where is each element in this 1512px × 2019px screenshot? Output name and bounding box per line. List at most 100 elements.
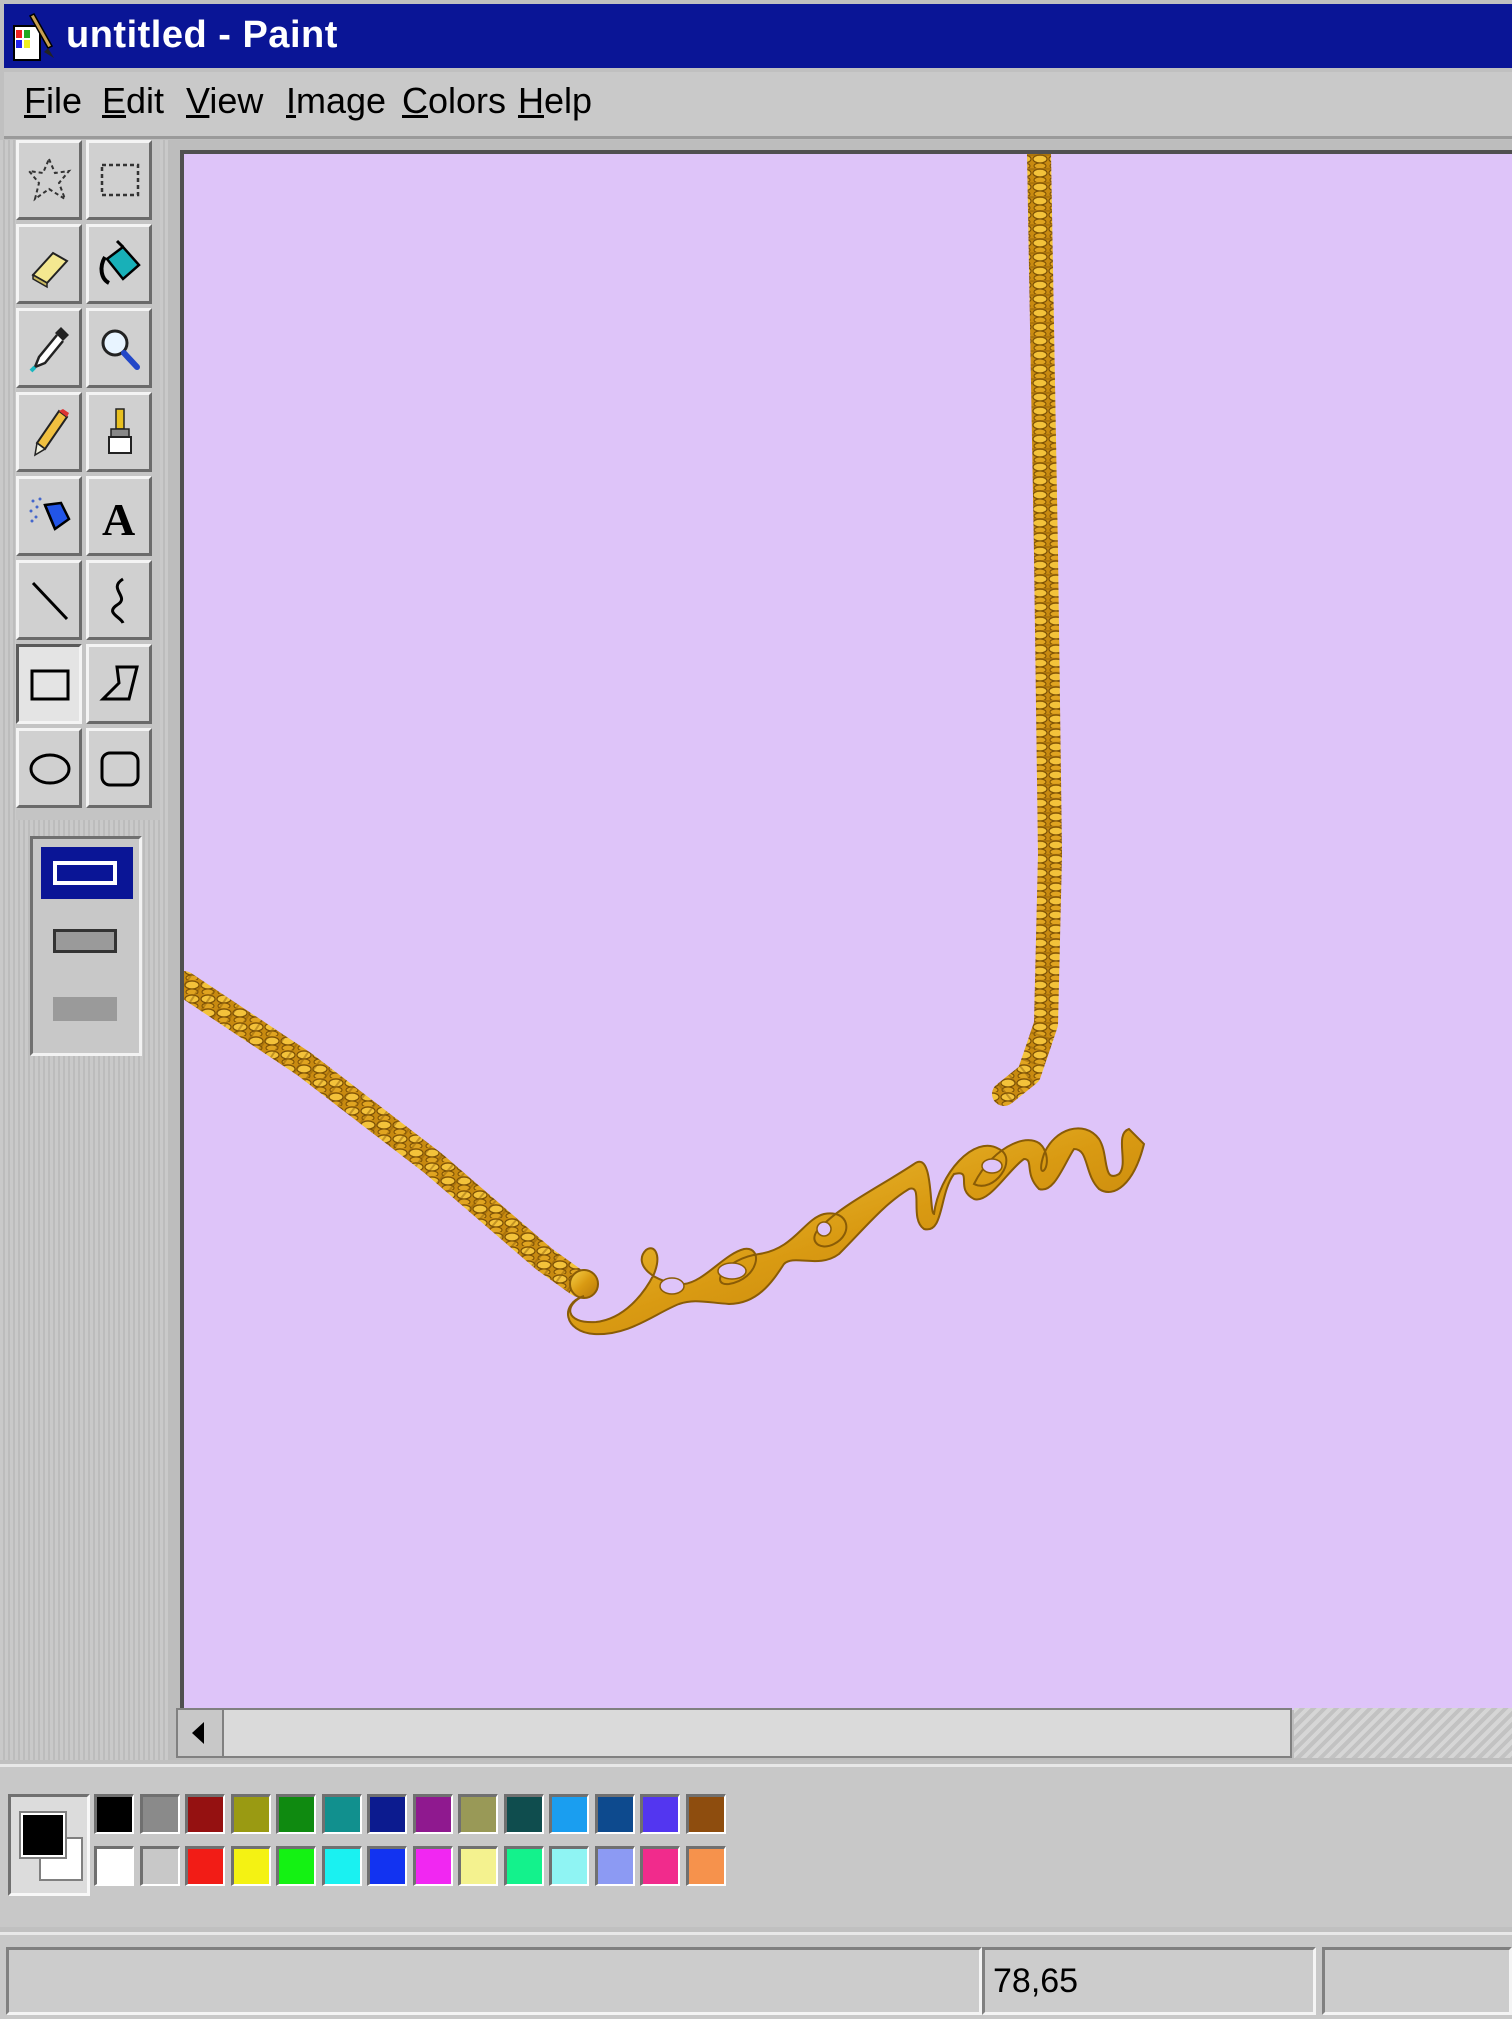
tool-polygon[interactable] [86, 644, 152, 724]
palette-swatch[interactable] [230, 1794, 271, 1834]
tool-free-form-select[interactable] [16, 140, 82, 220]
tool-fill[interactable] [86, 224, 152, 304]
rounded-rectangle-icon [100, 751, 140, 787]
title-bar[interactable]: untitled - Paint [4, 4, 1512, 68]
palette-swatch[interactable] [458, 1794, 498, 1834]
palette-swatch[interactable] [412, 1794, 453, 1834]
status-coordinates: 78,65 [982, 1947, 1316, 2015]
magnifier-icon [101, 329, 140, 370]
pencil-icon [33, 409, 69, 457]
fill-bucket-icon [99, 239, 141, 285]
palette-swatch[interactable] [685, 1846, 726, 1886]
menu-colors[interactable]: Colors [402, 80, 506, 122]
palette-swatch[interactable] [640, 1794, 680, 1834]
brush-icon [108, 408, 132, 454]
fill-only-swatch [53, 997, 117, 1021]
rectangle-select-icon [100, 163, 140, 197]
menu-view-mnemonic: V [186, 80, 210, 121]
menu-help[interactable]: Help [518, 80, 592, 122]
palette-swatch[interactable] [549, 1794, 589, 1834]
window-title: untitled - Paint [66, 14, 338, 56]
arrow-left-icon [192, 1722, 204, 1744]
status-bar: 78,65 [0, 1932, 1512, 2019]
color-box [0, 1764, 1512, 1927]
palette-swatch[interactable] [321, 1794, 362, 1834]
status-size [1322, 1947, 1512, 2015]
fill-option-outline-fill[interactable] [41, 915, 133, 967]
palette-swatch[interactable] [94, 1794, 134, 1834]
tool-ellipse[interactable] [16, 728, 82, 808]
palette-swatch[interactable] [230, 1846, 271, 1886]
ellipse-icon [29, 753, 71, 785]
menu-edit-mnemonic: E [102, 80, 127, 121]
menu-view[interactable]: View [186, 80, 263, 122]
palette-swatch[interactable] [503, 1846, 544, 1886]
scroll-left-button[interactable] [178, 1710, 224, 1756]
tool-brush[interactable] [86, 392, 152, 472]
palette-swatch[interactable] [321, 1846, 362, 1886]
cursor-coordinates: 78,65 [993, 1962, 1079, 2000]
outline-fill-swatch [53, 929, 117, 953]
palette-swatch[interactable] [94, 1846, 134, 1886]
line-icon [31, 581, 69, 621]
eyedropper-icon [29, 327, 69, 373]
status-message [6, 1947, 982, 2015]
horizontal-scrollbar[interactable] [176, 1708, 1292, 1758]
foreground-color-swatch[interactable] [19, 1811, 67, 1859]
paint-window: untitled - Paint File Edit View Image Co… [0, 0, 1512, 2019]
palette-swatch[interactable] [640, 1846, 680, 1886]
menu-edit[interactable]: Edit [102, 80, 164, 122]
palette-swatch[interactable] [276, 1846, 316, 1886]
polygon-icon [99, 665, 139, 701]
tool-rectangle[interactable] [16, 644, 82, 724]
palette-swatch[interactable] [503, 1794, 544, 1834]
fill-option-outline[interactable] [41, 847, 133, 899]
text-icon: A [102, 494, 135, 543]
airbrush-icon [29, 497, 71, 531]
palette-swatch[interactable] [139, 1846, 180, 1886]
paint-app-icon[interactable] [8, 10, 58, 64]
tool-airbrush[interactable] [16, 476, 82, 556]
palette-swatch[interactable] [594, 1794, 635, 1834]
palette-swatch[interactable] [685, 1794, 726, 1834]
outline-swatch [53, 861, 117, 885]
rectangle-icon [30, 669, 70, 701]
menu-image-mnemonic: I [286, 80, 297, 121]
tool-rectangle-select[interactable] [86, 140, 152, 220]
menu-colors-mnemonic: C [402, 80, 428, 121]
tool-curve[interactable] [86, 560, 152, 640]
palette-swatch[interactable] [185, 1846, 225, 1886]
palette-swatch[interactable] [594, 1846, 635, 1886]
tool-magnifier[interactable] [86, 308, 152, 388]
palette-swatch[interactable] [139, 1794, 180, 1834]
palette-swatch[interactable] [412, 1846, 453, 1886]
tool-pick-color[interactable] [16, 308, 82, 388]
palette-swatch[interactable] [367, 1794, 407, 1834]
palette-swatch[interactable] [458, 1846, 498, 1886]
palette-swatch[interactable] [185, 1794, 225, 1834]
menu-image[interactable]: Image [286, 80, 386, 122]
text-tool-glyph: A [102, 494, 135, 543]
eraser-icon [31, 251, 69, 289]
tool-text[interactable]: A [86, 476, 152, 556]
menu-file[interactable]: File [24, 80, 82, 122]
tool-eraser[interactable] [16, 224, 82, 304]
tool-pencil[interactable] [16, 392, 82, 472]
fill-option-fill-only[interactable] [41, 983, 133, 1035]
tool-line[interactable] [16, 560, 82, 640]
drawing-canvas[interactable] [180, 150, 1512, 1710]
menu-bar: File Edit View Image Colors Help [4, 72, 1512, 139]
necklace-image [184, 154, 1146, 1336]
menu-file-mnemonic: F [24, 80, 46, 121]
palette-swatch[interactable] [549, 1846, 589, 1886]
menu-help-mnemonic: H [518, 80, 544, 121]
curve-icon [111, 577, 125, 624]
free-form-select-icon [27, 156, 72, 202]
palette-swatch[interactable] [367, 1846, 407, 1886]
scrollbar-track[interactable] [1294, 1708, 1512, 1758]
fill-style-options [30, 836, 142, 1056]
tool-rounded-rectangle[interactable] [86, 728, 152, 808]
palette-swatch[interactable] [276, 1794, 316, 1834]
toolbox: A [16, 140, 160, 820]
current-colors[interactable] [8, 1794, 90, 1896]
